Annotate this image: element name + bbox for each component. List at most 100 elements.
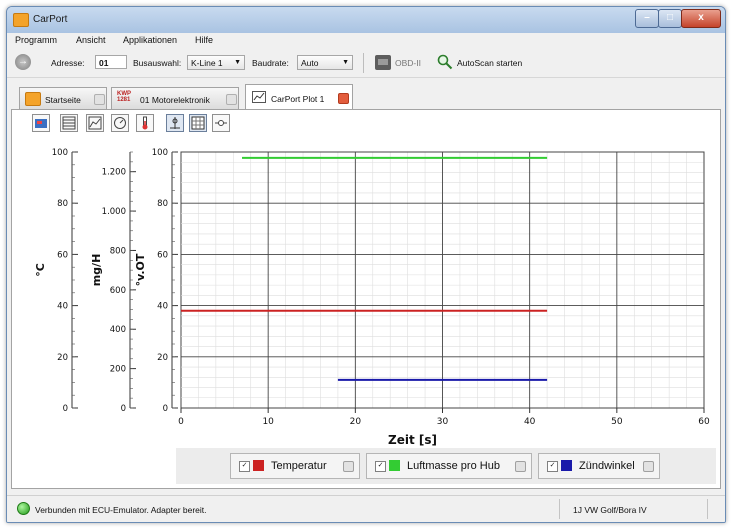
bus-select-value: K-Line 1 [191, 58, 223, 68]
legend-checkbox[interactable]: ✓ [239, 461, 250, 472]
y-tick-label: 80 [157, 199, 168, 209]
tab-close-icon[interactable] [338, 93, 349, 104]
tab-motorelektronik[interactable]: KWP 1281 01 Motorelektronik [111, 87, 239, 109]
legend-color-swatch [253, 460, 264, 471]
y-tick-label: 1.200 [102, 168, 126, 178]
legend-label: Luftmasse pro Hub [407, 460, 500, 472]
bus-label: Busauswahl: [133, 58, 182, 68]
y-tick-label: 60 [157, 250, 168, 260]
gauge-icon[interactable] [111, 114, 129, 132]
tab-label: Startseite [45, 95, 81, 105]
obd-connector-icon[interactable] [375, 55, 391, 70]
legend-item-temperatur[interactable]: ✓ Temperatur [230, 453, 360, 479]
y-tick-label: 0 [121, 404, 126, 414]
y-tick-label: 0 [63, 404, 68, 414]
export-icon[interactable] [32, 114, 50, 132]
toolbar-separator [363, 53, 364, 73]
tab-startseite[interactable]: Startseite [19, 87, 107, 109]
y-tick-label: 20 [57, 353, 68, 363]
x-tick-label: 0 [178, 417, 184, 427]
tab-label: 01 Motorelektronik [140, 95, 210, 105]
thermometer-icon[interactable] [136, 114, 154, 132]
table-icon[interactable] [60, 114, 78, 132]
grid-icon[interactable] [189, 114, 207, 132]
obd-button-label[interactable]: OBD-II [395, 58, 421, 68]
plot-tab-icon [252, 91, 266, 103]
maximize-button[interactable]: □ [658, 9, 682, 28]
tab-label: CarPort Plot 1 [271, 94, 325, 104]
legend-remove-icon[interactable] [343, 461, 354, 472]
legend-remove-icon[interactable] [643, 461, 654, 472]
chart-icon[interactable] [86, 114, 104, 132]
connection-status-led-icon [17, 502, 30, 515]
minimize-button[interactable]: – [635, 9, 659, 28]
x-tick-label: 20 [350, 417, 362, 427]
address-label: Adresse: [51, 58, 85, 68]
status-message: Verbunden mit ECU-Emulator. Adapter bere… [35, 505, 207, 515]
y-axis-label: °C [34, 263, 47, 277]
close-button[interactable]: x [681, 9, 721, 28]
baud-select-value: Auto [301, 58, 319, 68]
y-tick-label: 1.000 [102, 207, 126, 217]
status-divider [559, 499, 560, 519]
menu-applikationen[interactable]: Applikationen [123, 35, 177, 45]
baud-label: Baudrate: [252, 58, 289, 68]
menu-hilfe[interactable]: Hilfe [195, 35, 213, 45]
menu-programm[interactable]: Programm [15, 35, 57, 45]
legend-item-luftmasse[interactable]: ✓ Luftmasse pro Hub [366, 453, 532, 479]
bus-select[interactable]: K-Line 1 ▼ [187, 55, 245, 70]
crosshair-icon[interactable] [166, 114, 184, 132]
y-tick-label: 600 [110, 286, 126, 296]
legend-label: Temperatur [271, 460, 327, 472]
legend-checkbox[interactable]: ✓ [547, 461, 558, 472]
y-tick-label: 100 [152, 148, 168, 158]
address-input[interactable]: 01 [95, 55, 127, 69]
back-arrow-icon[interactable]: → [15, 54, 31, 70]
menu-bar: Programm Ansicht Applikationen Hilfe [7, 33, 725, 49]
plot-chart[interactable]: 0 10 20 30 40 50 60Zeit [s]020406080100°C02004… [12, 138, 720, 448]
status-bar: Verbunden mit ECU-Emulator. Adapter bere… [7, 495, 725, 522]
app-window: CarPort – □ x Programm Ansicht Applikati… [6, 6, 726, 523]
y-tick-label: 40 [157, 302, 168, 312]
x-tick-label: 60 [698, 417, 710, 427]
tab-close-icon[interactable] [94, 94, 105, 105]
status-divider [707, 499, 708, 519]
autoscan-button-label[interactable]: AutoScan starten [457, 58, 522, 68]
y-tick-label: 40 [57, 302, 68, 312]
vehicle-info: 1J VW Golf/Bora IV [573, 505, 647, 515]
x-tick-label: 50 [611, 417, 623, 427]
marker-icon[interactable] [212, 114, 230, 132]
y-axis-label: °v.OT [134, 253, 147, 286]
y-tick-label: 80 [57, 199, 68, 209]
autoscan-magnifier-icon[interactable] [437, 54, 453, 70]
legend-label: Zündwinkel [579, 460, 635, 472]
baud-select[interactable]: Auto ▼ [297, 55, 353, 70]
chevron-down-icon: ▼ [234, 59, 241, 66]
y-tick-label: 200 [110, 365, 126, 375]
tab-carport-plot[interactable]: CarPort Plot 1 [245, 84, 353, 110]
x-tick-label: 40 [524, 417, 536, 427]
y-tick-label: 800 [110, 246, 126, 256]
y-tick-label: 0 [163, 404, 168, 414]
y-axis-label: mg/H [90, 254, 103, 287]
plot-panel: 0 10 20 30 40 50 60 Zeit [s] 0 20 40 60 80 100 °C 0 200 4… [11, 109, 721, 489]
legend-remove-icon[interactable] [515, 461, 526, 472]
tab-close-icon[interactable] [226, 94, 237, 105]
legend-color-swatch [389, 460, 400, 471]
y-tick-label: 20 [157, 353, 168, 363]
tab-bar: Startseite KWP 1281 01 Motorelektronik C… [7, 83, 725, 110]
x-tick-label: 30 [437, 417, 449, 427]
menu-ansicht[interactable]: Ansicht [76, 35, 106, 45]
x-axis-label: Zeit [s] [388, 433, 437, 447]
chevron-down-icon: ▼ [342, 59, 349, 66]
x-tick-label: 10 [262, 417, 274, 427]
legend-checkbox[interactable]: ✓ [375, 461, 386, 472]
y-tick-label: 60 [57, 250, 68, 260]
y-tick-label: 100 [52, 148, 68, 158]
kwp-badge-icon: KWP 1281 [117, 91, 131, 103]
home-icon [25, 92, 41, 106]
window-title: CarPort [33, 14, 68, 25]
toolbar: → Adresse: 01 Busauswahl: K-Line 1 ▼ Baud… [7, 49, 725, 78]
legend-item-zuendwinkel[interactable]: ✓ Zündwinkel [538, 453, 660, 479]
title-bar[interactable]: CarPort – □ x [7, 7, 725, 33]
